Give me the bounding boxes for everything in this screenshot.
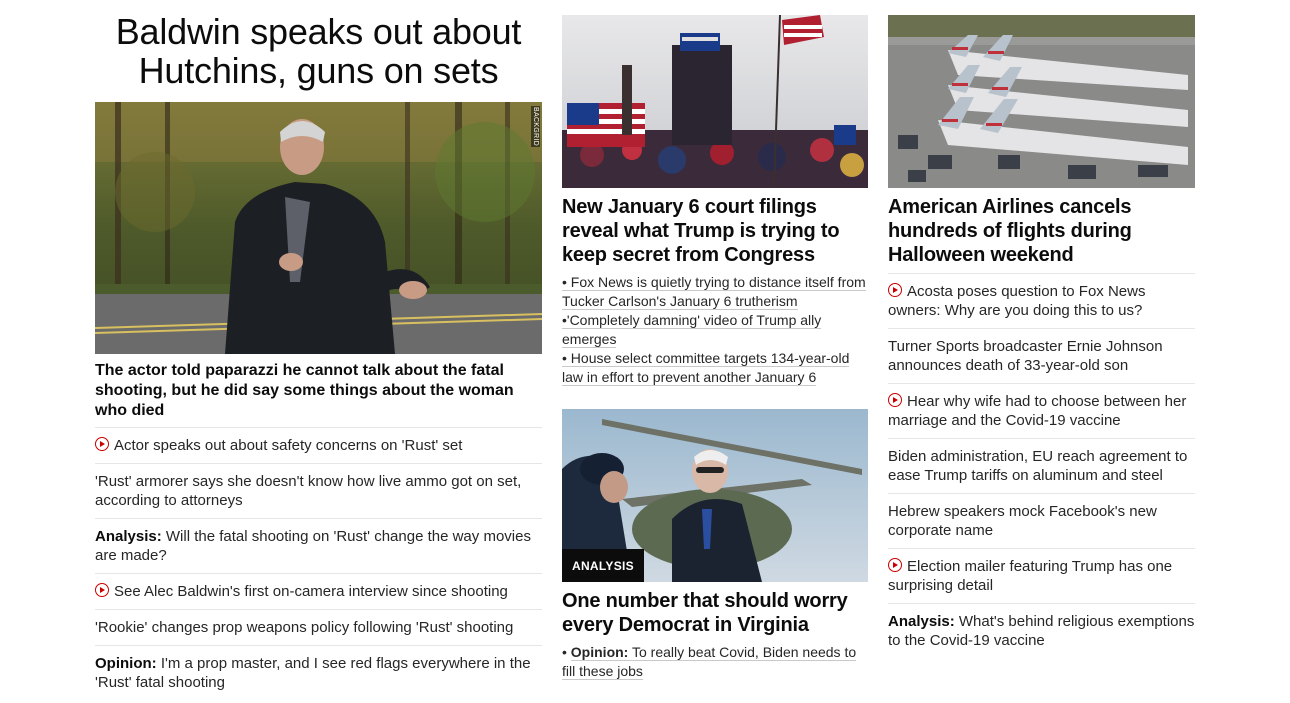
item-text: See Alec Baldwin's first on-camera inter… (114, 583, 508, 600)
item-prefix-label: Analysis: (888, 613, 955, 630)
image-credit: BACKGRID (531, 106, 540, 147)
capitol-crowd-photo (562, 15, 868, 188)
item-text: Acosta poses question to Fox News owners… (888, 283, 1146, 319)
list-item[interactable]: Actor speaks out about safety concerns o… (95, 427, 542, 463)
baldwin-photo (95, 102, 542, 354)
list-item[interactable]: Hebrew speakers mock Facebook's new corp… (888, 493, 1195, 548)
list-item[interactable]: 'Rust' armorer says she doesn't know how… (95, 463, 542, 518)
lead-headline: Baldwin speaks out about Hutchins, guns … (115, 11, 522, 91)
lead-subhead: The actor told paparazzi he cannot talk … (95, 362, 514, 419)
list-item[interactable]: Acosta poses question to Fox News owners… (888, 273, 1195, 328)
list-item[interactable]: See Alec Baldwin's first on-camera inter… (95, 573, 542, 609)
list-item: • Opinion: To really beat Covid, Biden n… (562, 643, 868, 681)
analysis-badge: ANALYSIS (562, 549, 644, 582)
list-item[interactable]: Analysis: Will the fatal shooting on 'Ru… (95, 518, 542, 573)
play-video-icon (888, 558, 902, 572)
lead-related-list: Actor speaks out about safety concerns o… (95, 427, 542, 700)
jan6-headline-link[interactable]: New January 6 court filings reveal what … (562, 195, 868, 267)
list-item[interactable]: Opinion: I'm a prop master, and I see re… (95, 645, 542, 700)
airlines-image[interactable] (888, 15, 1195, 188)
lead-story: Baldwin speaks out about Hutchins, guns … (95, 0, 542, 700)
right-related-list: Acosta poses question to Fox News owners… (888, 273, 1195, 658)
jan6-image[interactable] (562, 15, 868, 188)
item-text: Turner Sports broadcaster Ernie Johnson … (888, 338, 1163, 374)
list-item[interactable]: Hear why wife had to choose between her … (888, 383, 1195, 438)
airport-photo (888, 15, 1195, 188)
list-item[interactable]: Turner Sports broadcaster Ernie Johnson … (888, 328, 1195, 383)
item-text: Biden administration, EU reach agreement… (888, 448, 1188, 484)
airlines-headline-link[interactable]: American Airlines cancels hundreds of fl… (888, 195, 1195, 267)
related-link[interactable]: • House select committee targets 134-yea… (562, 350, 850, 386)
item-text: Hebrew speakers mock Facebook's new corp… (888, 503, 1157, 539)
item-prefix-label: Opinion: (95, 655, 157, 672)
item-text: 'Rookie' changes prop weapons policy fol… (95, 619, 514, 636)
list-item: • House select committee targets 134-yea… (562, 349, 868, 387)
play-video-icon (95, 583, 109, 597)
right-column: American Airlines cancels hundreds of fl… (888, 0, 1195, 658)
item-prefix-label: Analysis: (95, 528, 162, 545)
item-text: I'm a prop master, and I see red flags e… (95, 655, 531, 691)
jan6-headline: New January 6 court filings reveal what … (562, 196, 840, 266)
related-link[interactable]: •'Completely damning' video of Trump all… (562, 312, 822, 348)
biden-image[interactable]: ANALYSIS (562, 409, 868, 582)
lead-subhead-link[interactable]: The actor told paparazzi he cannot talk … (95, 361, 542, 421)
bullet-marker: • (562, 644, 567, 660)
lead-image[interactable]: BACKGRID (95, 102, 542, 354)
item-text: 'Rust' armorer says she doesn't know how… (95, 473, 522, 509)
play-video-icon (888, 283, 902, 297)
jan6-related-list: • Fox News is quietly trying to distance… (562, 273, 868, 387)
related-link[interactable]: • Fox News is quietly trying to distance… (562, 274, 866, 310)
list-item: • Fox News is quietly trying to distance… (562, 273, 868, 311)
virginia-related-link[interactable]: Opinion: To really beat Covid, Biden nee… (562, 644, 857, 680)
list-item[interactable]: 'Rookie' changes prop weapons policy fol… (95, 609, 542, 645)
play-video-icon (888, 393, 902, 407)
virginia-headline-link[interactable]: One number that should worry every Democ… (562, 589, 868, 637)
virginia-related-list: • Opinion: To really beat Covid, Biden n… (562, 643, 868, 681)
lead-headline-link[interactable]: Baldwin speaks out about Hutchins, guns … (95, 12, 542, 90)
middle-column: New January 6 court filings reveal what … (562, 0, 868, 681)
play-video-icon (95, 437, 109, 451)
list-item[interactable]: Biden administration, EU reach agreement… (888, 438, 1195, 493)
opinion-label: Opinion: (570, 644, 629, 660)
list-item: •'Completely damning' video of Trump all… (562, 311, 868, 349)
list-item[interactable]: Election mailer featuring Trump has one … (888, 548, 1195, 603)
virginia-headline: One number that should worry every Democ… (562, 590, 848, 636)
item-text: Hear why wife had to choose between her … (888, 393, 1187, 429)
list-item[interactable]: Analysis: What's behind religious exempt… (888, 603, 1195, 658)
item-text: Actor speaks out about safety concerns o… (114, 437, 463, 454)
item-text: Election mailer featuring Trump has one … (888, 558, 1173, 594)
airlines-headline: American Airlines cancels hundreds of fl… (888, 196, 1132, 266)
